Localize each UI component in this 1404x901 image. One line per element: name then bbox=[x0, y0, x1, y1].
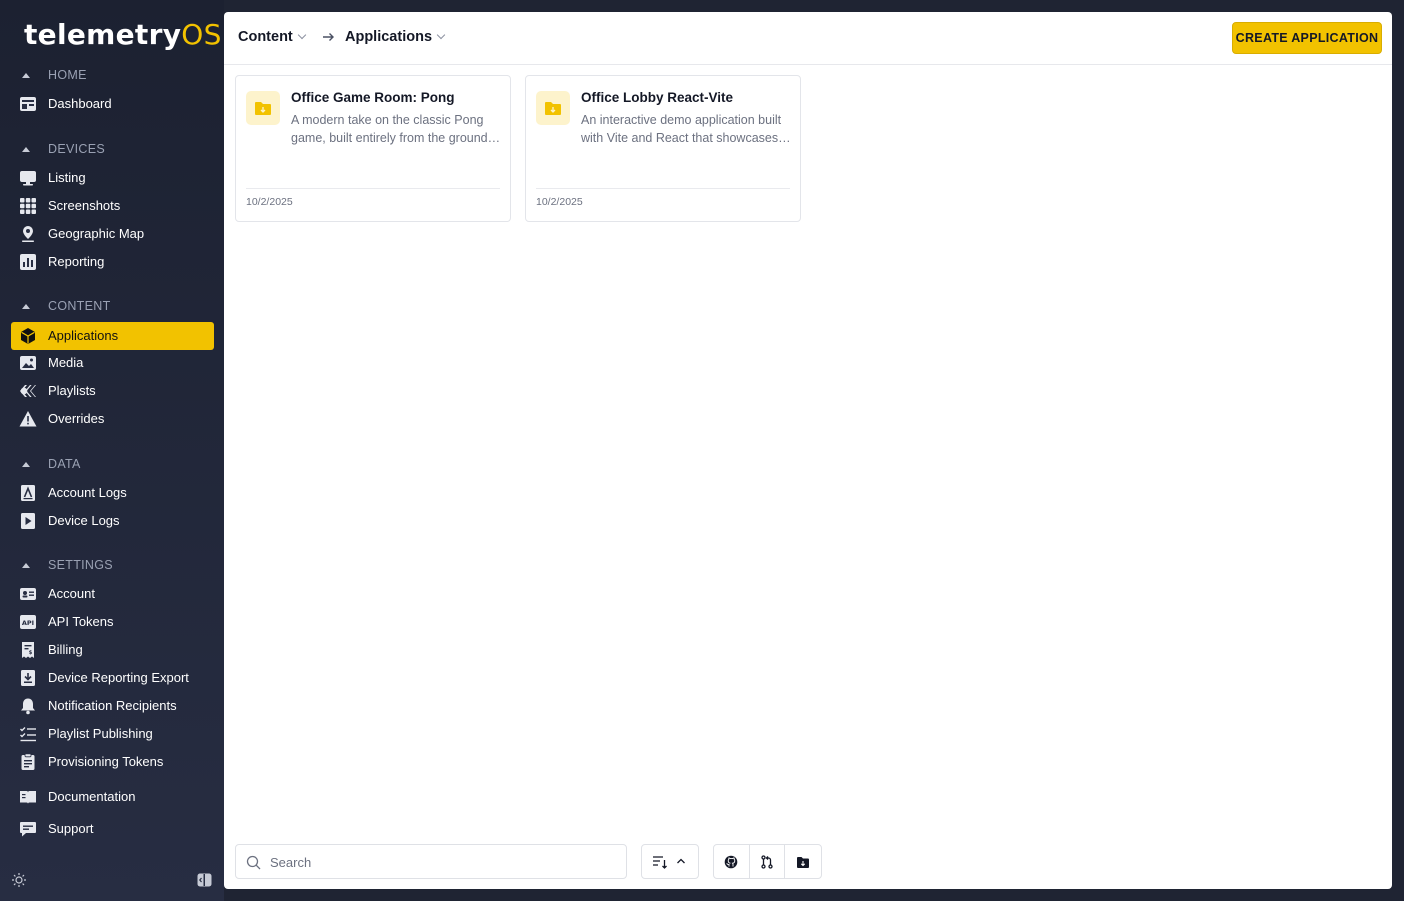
sidebar-item-listing[interactable]: Listing bbox=[11, 164, 214, 192]
card-title: Office Lobby React-Vite bbox=[581, 90, 734, 105]
svg-text:$: $ bbox=[29, 650, 33, 656]
caret-up-icon bbox=[22, 563, 30, 568]
caret-up-icon bbox=[22, 462, 30, 467]
sidebar-item-documentation[interactable]: Documentation bbox=[11, 783, 214, 811]
sidebar-item-applications[interactable]: Applications bbox=[11, 322, 214, 350]
sidebar-item-playlist-publishing[interactable]: Playlist Publishing bbox=[11, 720, 214, 748]
chevron-down-icon bbox=[436, 30, 446, 40]
section-home[interactable]: HOME bbox=[0, 66, 224, 86]
sidebar-item-support[interactable]: Support bbox=[11, 815, 214, 843]
map-pin-icon bbox=[19, 225, 37, 243]
sidebar-item-api-tokens[interactable]: API API Tokens bbox=[11, 608, 214, 636]
brand-logo[interactable]: telemetryOS bbox=[24, 18, 222, 51]
caret-up-icon bbox=[22, 147, 30, 152]
sidebar-item-reporting[interactable]: Reporting bbox=[11, 248, 214, 276]
search-box bbox=[235, 844, 627, 879]
id-card-icon bbox=[19, 585, 37, 603]
caret-up-icon bbox=[22, 73, 30, 78]
arrow-right-icon bbox=[323, 33, 334, 41]
cube-icon bbox=[19, 327, 37, 345]
sidebar-item-provisioning-tokens[interactable]: Provisioning Tokens bbox=[11, 748, 214, 776]
sidebar-item-media[interactable]: Media bbox=[11, 349, 214, 377]
top-bar: Content Applications CREATE APPLICATION bbox=[224, 12, 1392, 65]
section-devices[interactable]: DEVICES bbox=[0, 140, 224, 160]
pull-request-button[interactable] bbox=[750, 845, 786, 878]
account-log-icon bbox=[19, 484, 37, 502]
grid-icon bbox=[19, 197, 37, 215]
sort-icon bbox=[653, 856, 667, 869]
bar-chart-icon bbox=[19, 253, 37, 271]
sidebar-item-playlists[interactable]: Playlists bbox=[11, 377, 214, 405]
folder-upload-icon bbox=[797, 856, 810, 868]
card-divider bbox=[536, 188, 790, 189]
application-card[interactable]: Office Lobby React-Vite An interactive d… bbox=[525, 75, 801, 222]
bell-icon bbox=[19, 697, 37, 715]
book-icon bbox=[19, 788, 37, 806]
monitor-icon bbox=[19, 169, 37, 187]
receipt-icon: $ bbox=[19, 641, 37, 659]
search-input[interactable] bbox=[270, 851, 610, 873]
section-settings[interactable]: SETTINGS bbox=[0, 556, 224, 576]
sidebar-item-account-logs[interactable]: Account Logs bbox=[11, 479, 214, 507]
chevron-down-icon bbox=[297, 30, 307, 40]
playlist-icon bbox=[19, 382, 37, 400]
card-title: Office Game Room: Pong bbox=[291, 90, 455, 105]
sort-button[interactable] bbox=[641, 844, 699, 879]
application-card[interactable]: Office Game Room: Pong A modern take on … bbox=[235, 75, 511, 222]
sidebar-item-device-reporting-export[interactable]: Device Reporting Export bbox=[11, 664, 214, 692]
card-description: An interactive demo application built wi… bbox=[581, 113, 782, 145]
card-divider bbox=[246, 188, 500, 189]
github-icon bbox=[725, 855, 738, 868]
chat-icon bbox=[19, 820, 37, 838]
sidebar-item-billing[interactable]: $ Billing bbox=[11, 636, 214, 664]
breadcrumb-applications[interactable]: Applications bbox=[345, 29, 446, 45]
warning-icon bbox=[19, 410, 37, 428]
sidebar-item-dashboard[interactable]: Dashboard bbox=[11, 90, 214, 118]
checklist-icon bbox=[19, 725, 37, 743]
dashboard-icon bbox=[19, 95, 37, 113]
svg-text:API: API bbox=[22, 619, 34, 627]
sidebar-item-device-logs[interactable]: Device Logs bbox=[11, 507, 214, 535]
create-application-button[interactable]: CREATE APPLICATION bbox=[1232, 22, 1382, 54]
card-description: A modern take on the classic Pong game, … bbox=[291, 113, 488, 145]
chevron-up-icon bbox=[677, 858, 685, 864]
main-panel: Content Applications CREATE APPLICATION … bbox=[224, 12, 1392, 889]
sidebar-item-overrides[interactable]: Overrides bbox=[11, 405, 214, 433]
caret-up-icon bbox=[22, 304, 30, 309]
card-date: 10/2/2025 bbox=[536, 196, 583, 208]
collapse-sidebar-icon[interactable] bbox=[197, 873, 212, 887]
git-pull-request-icon bbox=[761, 854, 773, 869]
app-folder-icon bbox=[246, 91, 280, 125]
download-icon bbox=[19, 669, 37, 687]
sidebar-item-account[interactable]: Account bbox=[11, 580, 214, 608]
device-log-icon bbox=[19, 512, 37, 530]
sidebar: telemetryOS HOME Dashboard DEVICES Listi… bbox=[0, 0, 224, 901]
app-folder-icon bbox=[536, 91, 570, 125]
section-data[interactable]: DATA bbox=[0, 455, 224, 475]
api-icon: API bbox=[19, 613, 37, 631]
source-button-group bbox=[713, 844, 822, 879]
sidebar-item-geographic-map[interactable]: Geographic Map bbox=[11, 220, 214, 248]
section-content[interactable]: CONTENT bbox=[0, 297, 224, 317]
sidebar-item-screenshots[interactable]: Screenshots bbox=[11, 192, 214, 220]
card-date: 10/2/2025 bbox=[246, 196, 293, 208]
search-icon bbox=[246, 855, 261, 870]
breadcrumb-content[interactable]: Content bbox=[238, 29, 307, 45]
clipboard-icon bbox=[19, 753, 37, 771]
image-icon bbox=[19, 354, 37, 372]
sidebar-item-notification-recipients[interactable]: Notification Recipients bbox=[11, 692, 214, 720]
upload-folder-button[interactable] bbox=[785, 845, 821, 878]
theme-toggle-icon[interactable] bbox=[11, 872, 27, 888]
github-button[interactable] bbox=[714, 845, 750, 878]
